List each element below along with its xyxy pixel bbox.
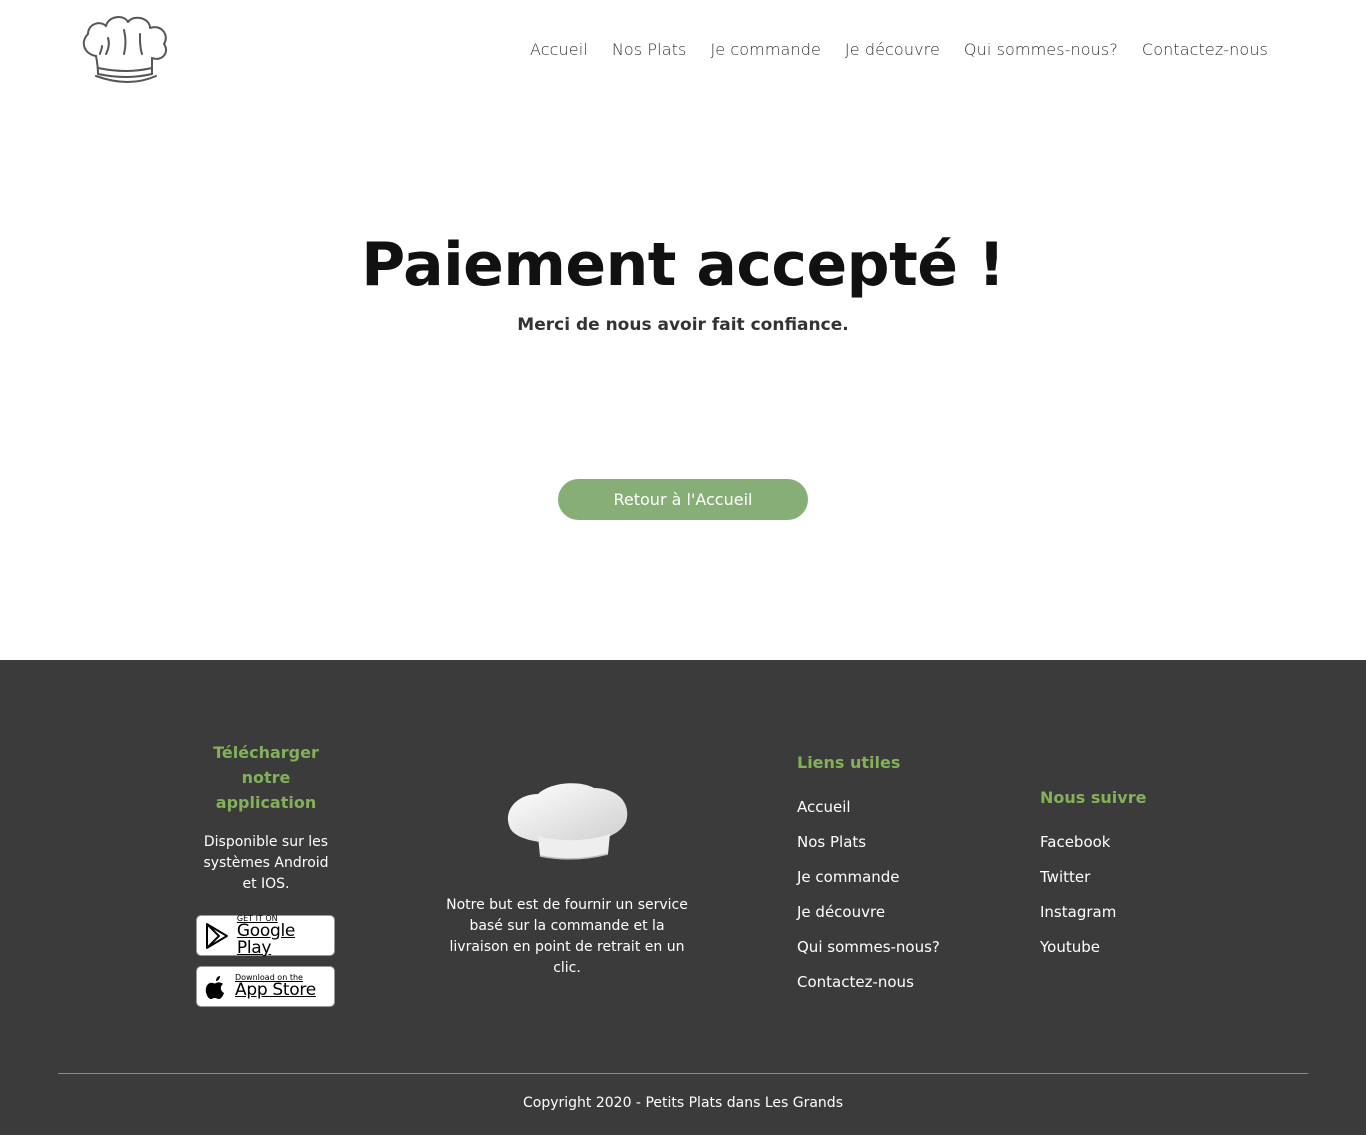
footer-link-accueil[interactable]: Accueil	[797, 798, 851, 816]
footer-link-je-decouvre[interactable]: Je découvre	[797, 903, 885, 921]
about-text: Notre but est de fournir un service basé…	[446, 897, 688, 976]
nav-link-accueil[interactable]: Accueil	[530, 40, 588, 59]
social-link-twitter[interactable]: Twitter	[1040, 868, 1090, 886]
nav-link-nos-plats[interactable]: Nos Plats	[612, 40, 687, 59]
page-title: Paiement accepté !	[361, 230, 1005, 300]
list-item: Youtube	[1040, 930, 1240, 965]
chef-hat-icon	[507, 783, 628, 860]
site-header: Accueil Nos Plats Je commande Je découvr…	[0, 0, 1366, 110]
links-title: Liens utiles	[797, 753, 901, 772]
footer-link-je-commande[interactable]: Je commande	[797, 868, 900, 886]
nav-link-qui-sommes-nous[interactable]: Qui sommes-nous?	[964, 40, 1118, 59]
footer-link-qui-sommes-nous[interactable]: Qui sommes-nous?	[797, 938, 940, 956]
social-link-instagram[interactable]: Instagram	[1040, 903, 1116, 921]
main-nav: Accueil Nos Plats Je commande Je découvr…	[530, 40, 1268, 59]
nav-link-contactez-nous[interactable]: Contactez-nous	[1142, 40, 1268, 59]
chef-hat-logo-icon[interactable]	[78, 12, 174, 86]
app-store-button[interactable]: Download on the App Store	[196, 966, 335, 1007]
site-footer: Télécharger notre application Disponible…	[0, 660, 1366, 1135]
social-title: Nous suivre	[1040, 788, 1147, 807]
app-description: Disponible sur les systèmes Android et I…	[203, 834, 329, 892]
nav-link-je-commande[interactable]: Je commande	[710, 40, 820, 59]
social-link-youtube[interactable]: Youtube	[1040, 938, 1100, 956]
footer-links-column: Liens utiles Accueil Nos Plats Je comman…	[797, 750, 997, 1000]
list-item: Facebook	[1040, 825, 1240, 860]
page-subtitle: Merci de nous avoir fait confiance.	[517, 315, 849, 335]
nav-link-je-decouvre[interactable]: Je découvre	[845, 40, 940, 59]
apple-icon	[205, 975, 224, 999]
list-item: Contactez-nous	[797, 965, 997, 1000]
list-item: Nos Plats	[797, 825, 997, 860]
back-home-button[interactable]: Retour à l'Accueil	[558, 479, 808, 520]
footer-divider	[58, 1073, 1308, 1074]
social-link-facebook[interactable]: Facebook	[1040, 833, 1110, 851]
list-item: Instagram	[1040, 895, 1240, 930]
footer-link-nos-plats[interactable]: Nos Plats	[797, 833, 866, 851]
links-list: Accueil Nos Plats Je commande Je découvr…	[797, 790, 997, 1000]
google-play-label: Google Play	[236, 920, 296, 958]
footer-app-column: Télécharger notre application Disponible…	[196, 740, 336, 1007]
list-item: Je commande	[797, 860, 997, 895]
copyright-text: Copyright 2020 - Petits Plats dans Les G…	[523, 1095, 843, 1111]
list-item: Qui sommes-nous?	[797, 930, 997, 965]
confirmation-section: Paiement accepté ! Merci de nous avoir f…	[0, 110, 1366, 660]
list-item: Accueil	[797, 790, 997, 825]
google-play-button[interactable]: GET IT ON Google Play	[196, 914, 335, 958]
footer-link-contactez-nous[interactable]: Contactez-nous	[797, 973, 914, 991]
footer-social-column: Nous suivre Facebook Twitter Instagram Y…	[1040, 785, 1240, 965]
social-list: Facebook Twitter Instagram Youtube	[1040, 825, 1240, 965]
google-play-icon	[205, 922, 228, 949]
list-item: Je découvre	[797, 895, 997, 930]
app-store-label: App Store	[235, 980, 316, 1000]
footer-about-column: Notre but est de fournir un service basé…	[446, 780, 688, 979]
app-download-title: Télécharger notre application	[213, 743, 319, 812]
list-item: Twitter	[1040, 860, 1240, 895]
